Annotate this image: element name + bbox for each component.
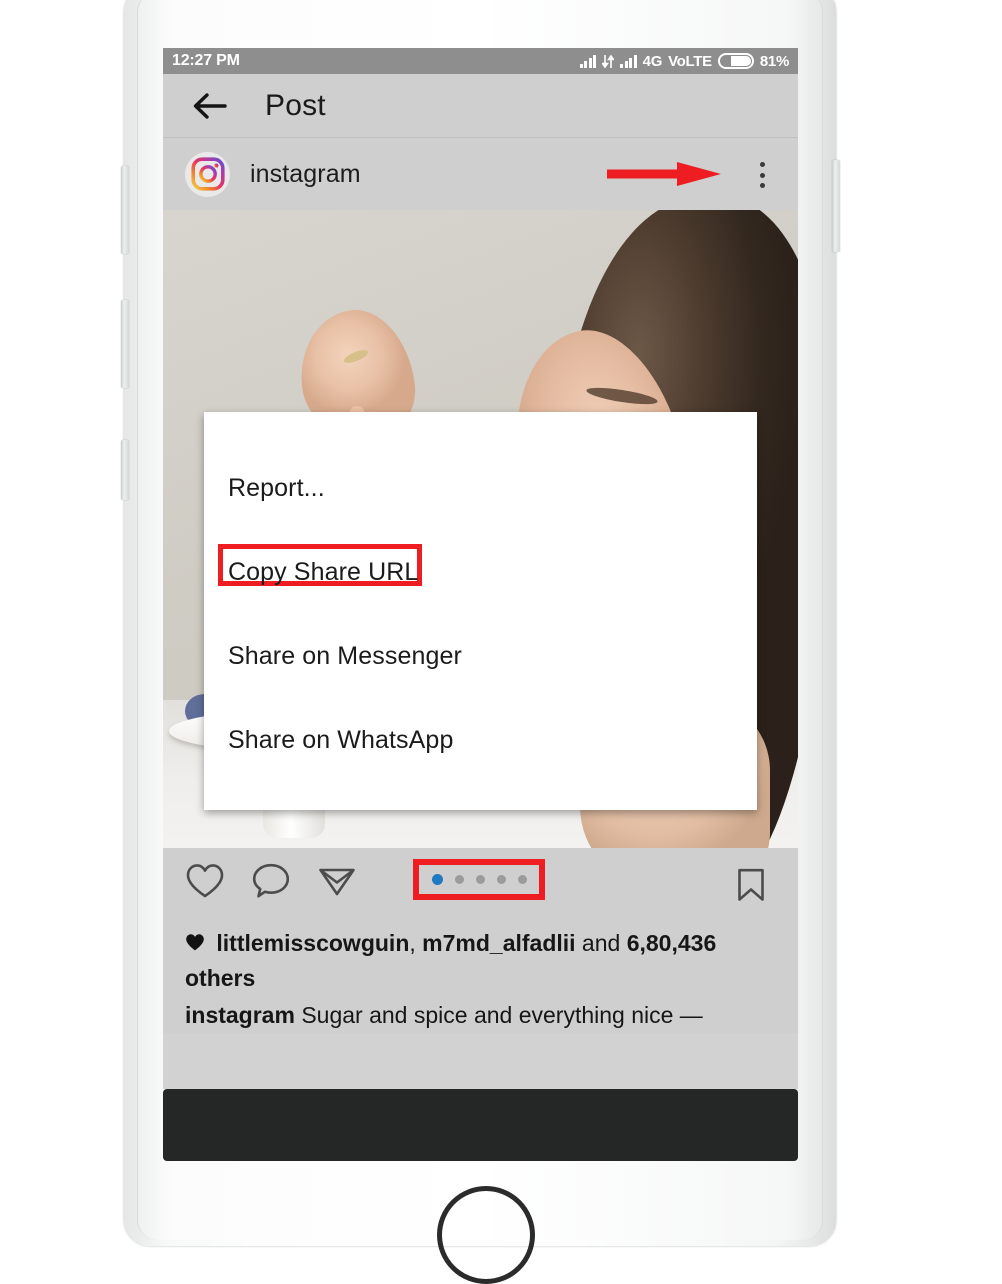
post-options-menu: Report... Copy Share URL Share on Messen… [204,412,757,810]
likes-separator: , [409,930,423,956]
menu-item-label: Share on Messenger [228,641,462,670]
menu-item-share-on-whatsapp[interactable]: Share on WhatsApp [204,698,757,782]
likes-summary[interactable]: littlemisscowguin, m7md_alfadlii and 6,8… [185,926,776,995]
status-bar-clock: 12:27 PM [172,52,240,69]
comment-bubble-icon[interactable] [251,862,291,905]
status-bar-indicators: 4G VoLTE 81% [579,52,789,70]
post-username[interactable]: instagram [250,160,361,189]
carousel-dot [517,875,527,884]
power-button[interactable] [832,160,840,252]
post-caption: instagram Sugar and spice and everything… [185,997,776,1033]
likes-count: 6,80,436 [626,930,717,956]
post-action-bar [163,848,798,918]
signal-bars-icon [620,54,637,68]
navigation-bar: Post [163,74,798,138]
network-type-label: 4G [642,52,663,70]
status-bar: 12:27 PM 4G VoLTE 81% [163,48,798,74]
heart-icon[interactable] [185,862,225,905]
bookmark-icon[interactable] [736,868,766,907]
instagram-logo-avatar-icon[interactable] [185,151,230,197]
bottom-black-bar [163,1089,798,1161]
menu-item-share-on-messenger[interactable]: Share on Messenger [204,614,757,698]
carousel-indicator[interactable] [413,859,545,900]
menu-item-report[interactable]: Report... [204,446,757,530]
likes-and-text: and [575,930,627,956]
caption-text: Sugar and spice and everything nice — [301,1002,703,1028]
home-button[interactable] [437,1186,535,1284]
carousel-dot [475,875,485,884]
carousel-dot [496,875,506,884]
paper-plane-icon[interactable] [317,862,357,905]
menu-item-label: Copy Share URL [228,557,419,586]
post-header: instagram [163,138,798,210]
data-transfer-icon [602,54,615,69]
back-arrow-icon[interactable] [191,91,229,121]
battery-icon [717,53,754,69]
post-photo[interactable]: Report... Copy Share URL Share on Messen… [163,210,798,848]
likes-others-text: others [185,965,256,991]
battery-percent-label: 81% [759,52,789,70]
volume-up-button[interactable] [121,166,129,254]
three-dot-menu-icon[interactable] [758,162,766,188]
caption-author[interactable]: instagram [185,1002,295,1028]
red-arrow-annotation [607,162,722,186]
menu-item-label: Share on WhatsApp [228,725,454,754]
signal-bars-icon [579,54,597,68]
page-title: Post [265,88,326,122]
volte-label: VoLTE [668,52,712,70]
heart-filled-icon [185,927,205,961]
likes-user-2[interactable]: m7md_alfadlii [422,930,575,956]
menu-item-label: Report... [228,473,325,502]
menu-item-copy-share-url[interactable]: Copy Share URL [204,530,757,614]
phone-screen: 12:27 PM 4G VoLTE 81% Post instagram Rep… [163,48,798,1089]
mute-button[interactable] [121,440,129,500]
carousel-dot [454,875,464,884]
likes-user-1[interactable]: littlemisscowguin [216,930,409,956]
carousel-dot-active [431,874,443,885]
volume-down-button[interactable] [121,300,129,388]
post-meta: littlemisscowguin, m7md_alfadlii and 6,8… [163,918,798,1033]
